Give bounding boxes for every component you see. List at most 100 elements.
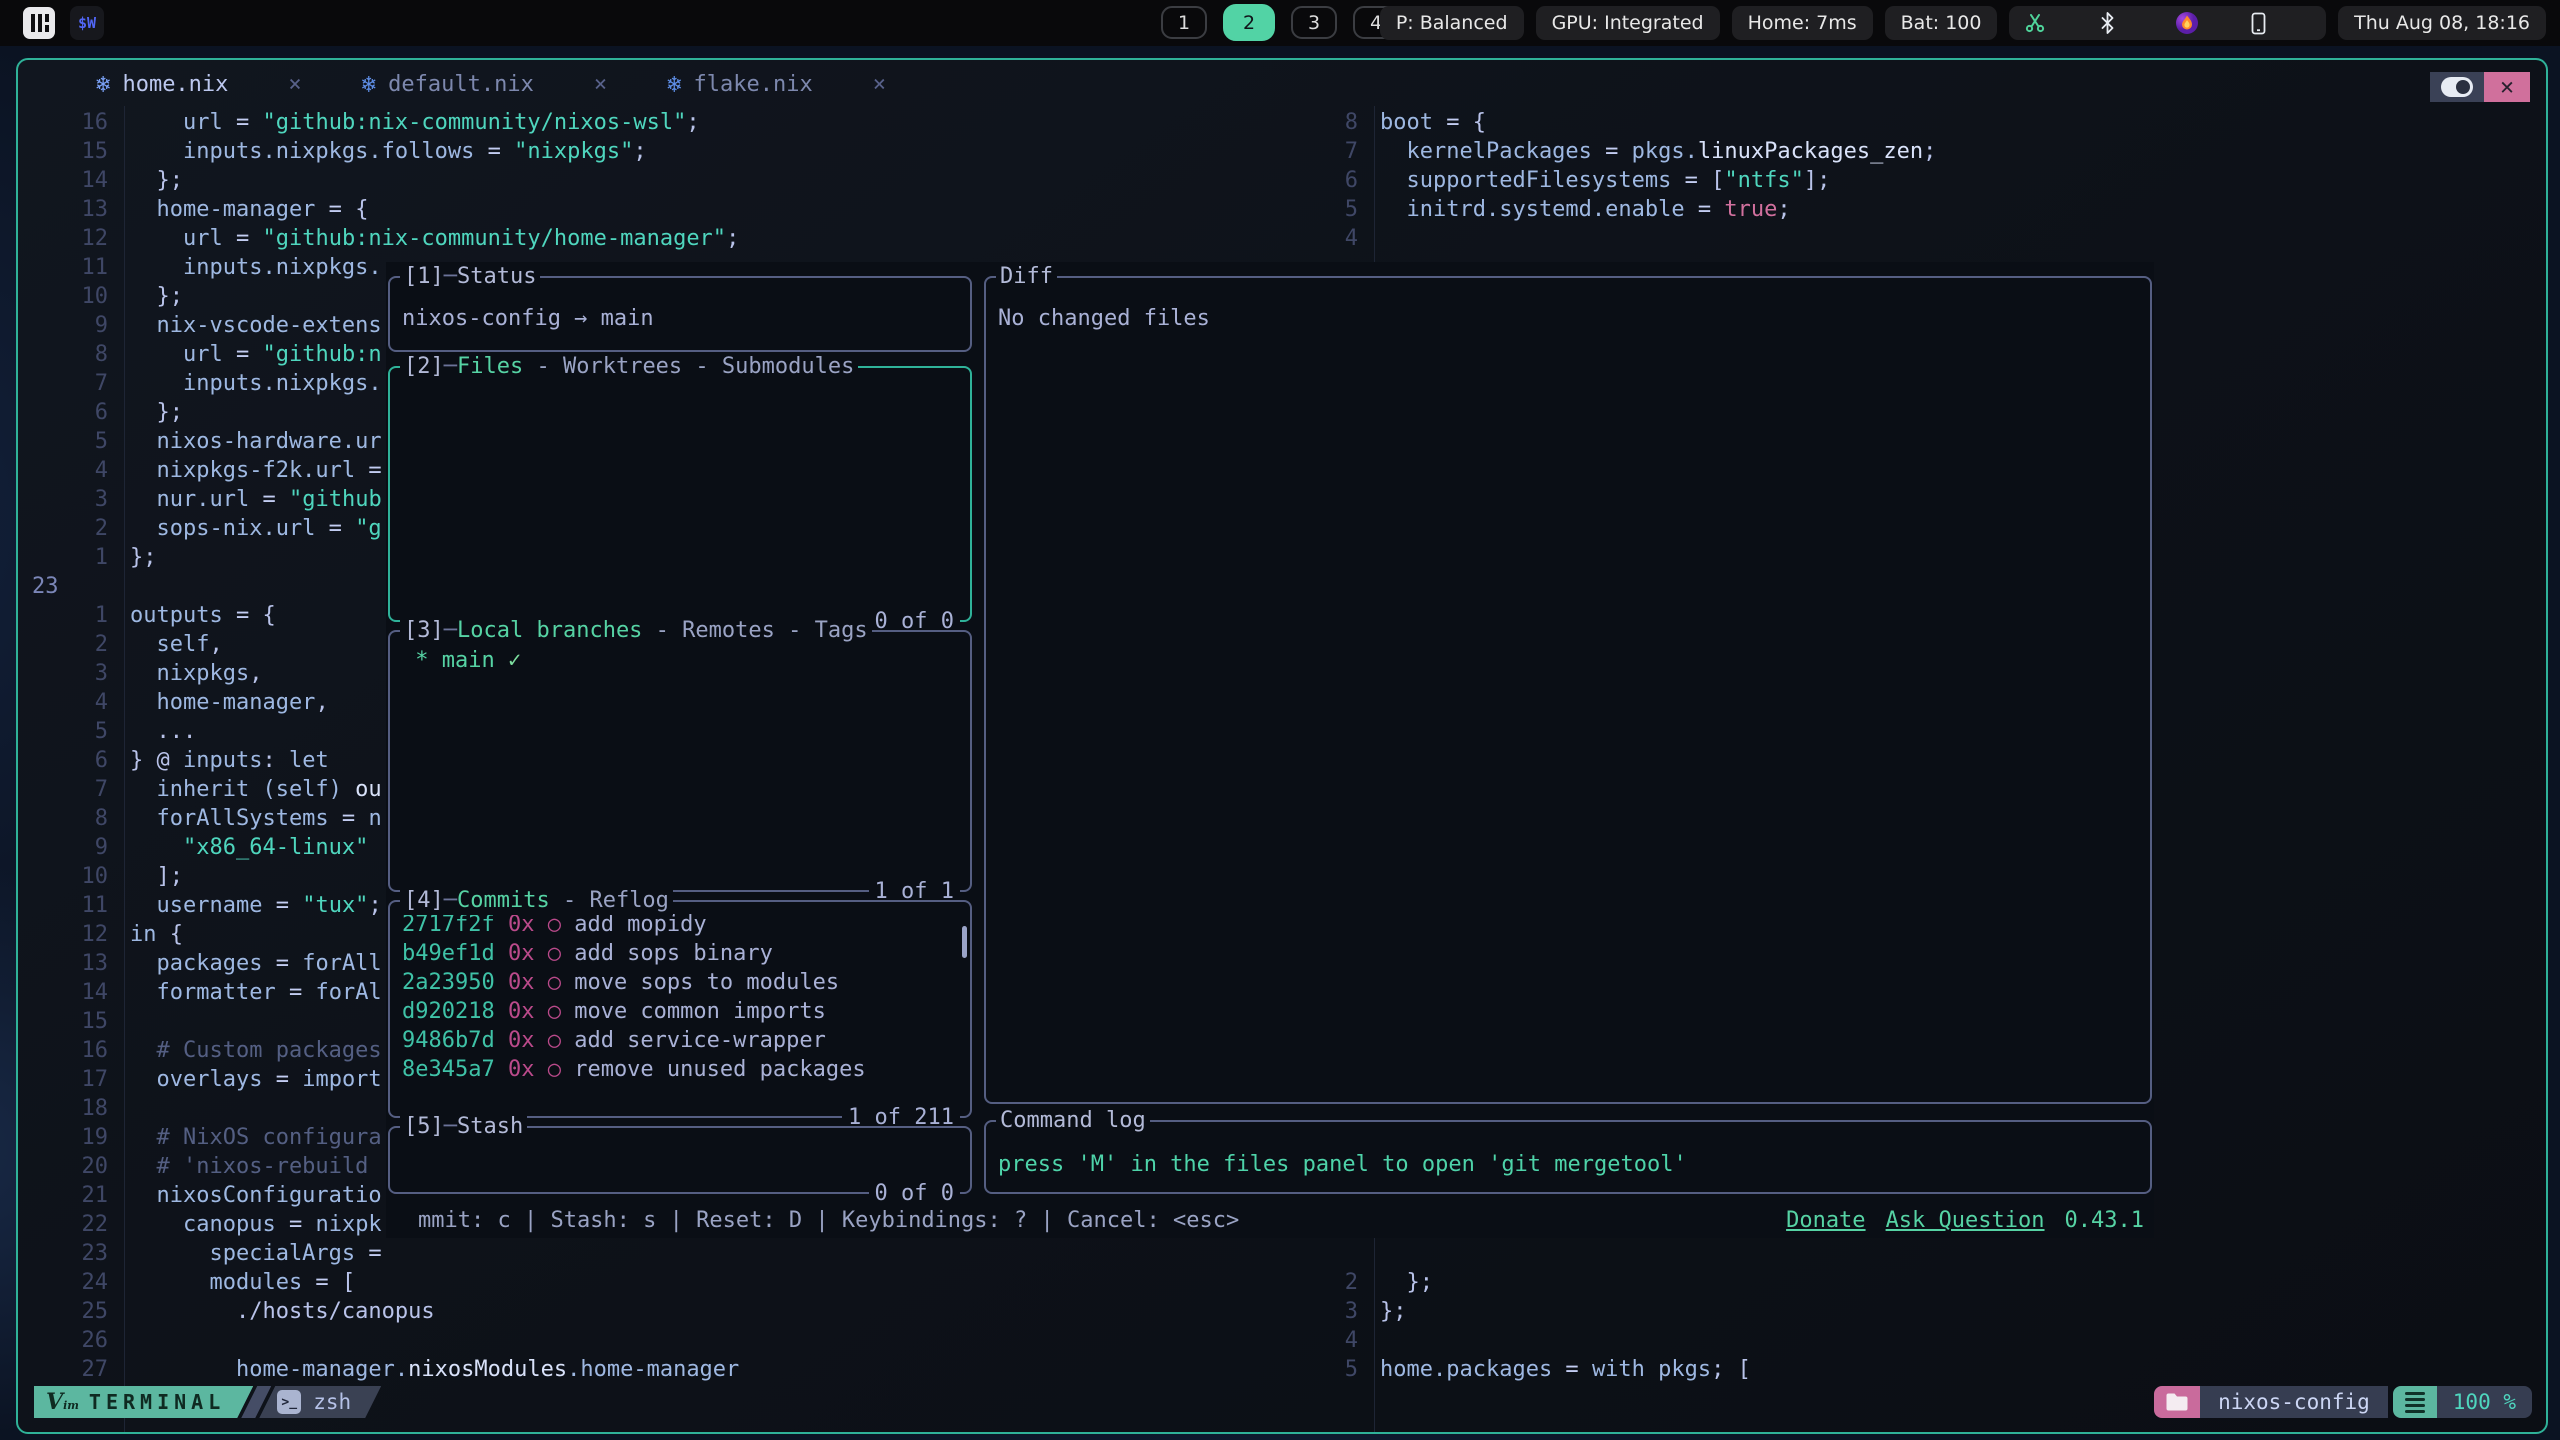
command-log-content: press 'M' in the files panel to open 'gi…	[986, 1122, 2150, 1187]
tab-close-icon[interactable]: ×	[288, 72, 301, 97]
commit-row[interactable]: 8e345a7 0x ○ remove unused packages	[402, 1055, 958, 1084]
panel-dash: ─	[444, 352, 457, 381]
lazygit-branches-panel[interactable]: [3]─Local branches - Remotes - Tags * ma…	[388, 630, 972, 892]
tiling-grid-icon[interactable]	[22, 6, 56, 40]
diff-content: No changed files	[986, 278, 2150, 341]
status-pill: GPU: Integrated	[1536, 6, 1720, 40]
code-line: 26	[18, 1326, 1322, 1355]
line-number: 4	[18, 688, 108, 717]
ask-question-link[interactable]: Ask Question	[1886, 1206, 2045, 1236]
workspace-button-3[interactable]: 3	[1291, 6, 1337, 39]
folder-icon	[2165, 1393, 2189, 1412]
nix-snowflake-icon: ❄	[362, 70, 376, 98]
line-number: 25	[18, 1297, 108, 1326]
desktop: $W 1234 P: BalancedGPU: IntegratedHome: …	[0, 0, 2560, 1440]
panel-dash: ─	[444, 886, 457, 915]
line-number: 11	[18, 891, 108, 920]
commit-row[interactable]: 9486b7d 0x ○ add service-wrapper	[402, 1026, 958, 1055]
tab-default.nix[interactable]: ❄default.nix×	[362, 70, 607, 98]
line-number: 12	[18, 224, 108, 253]
lazygit-files-panel[interactable]: [2]─Files - Worktrees - Submodules 0 of …	[388, 366, 972, 622]
line-number: 5	[1322, 1355, 1358, 1384]
code-line: 4	[1322, 1326, 2546, 1355]
workspace-badge-icon[interactable]: $W	[70, 6, 104, 40]
line-number: 2	[1322, 1268, 1358, 1297]
lazygit-diff-panel[interactable]: Diff No changed files	[984, 276, 2152, 1104]
line-number: 17	[18, 1065, 108, 1094]
line-number: 6	[18, 398, 108, 427]
line-number: 14	[18, 978, 108, 1007]
lazygit-stash-panel[interactable]: [5]─Stash 0 of 0	[388, 1126, 972, 1194]
nix-snowflake-icon: ❄	[96, 70, 110, 98]
line-number: 7	[18, 369, 108, 398]
line-number: 5	[18, 717, 108, 746]
line-number: 15	[18, 1007, 108, 1036]
line-number: 6	[18, 746, 108, 775]
code-line: 24 modules = [	[18, 1268, 1322, 1297]
line-number: 23	[18, 572, 108, 601]
line-number: 16	[18, 1036, 108, 1065]
branch-row[interactable]: * main ✓	[402, 648, 521, 673]
status-pill: P: Balanced	[1380, 6, 1524, 40]
code-line-hidden	[1322, 1239, 2546, 1268]
statusbar-scroll-percent: 100 %	[2437, 1386, 2532, 1418]
tab-flake.nix[interactable]: ❄flake.nix×	[667, 70, 886, 98]
stash-count: 0 of 0	[869, 1179, 960, 1208]
tab-close-icon[interactable]: ×	[594, 72, 607, 97]
panel-title: Diff	[1000, 262, 1053, 291]
workspace-button-2[interactable]: 2	[1223, 4, 1275, 41]
line-number: 1	[18, 543, 108, 572]
toggle-control[interactable]	[2430, 72, 2484, 102]
panel-title: Local branches	[457, 616, 642, 645]
commits-scrollbar[interactable]	[962, 926, 967, 958]
code-line: 13 home-manager = {	[18, 195, 1322, 224]
topbar-right: P: BalancedGPU: IntegratedHome: 7msBat: …	[1380, 6, 2546, 40]
tab-home.nix[interactable]: ❄home.nix×	[96, 70, 302, 98]
line-number: 13	[18, 195, 108, 224]
code-line: 5home.packages = with pkgs; [	[1322, 1355, 2546, 1384]
branch-check-icon: ✓	[508, 648, 521, 673]
line-number: 13	[18, 949, 108, 978]
line-number: 6	[1322, 166, 1358, 195]
line-number: 27	[18, 1355, 108, 1384]
code-line: 15 inputs.nixpkgs.follows = "nixpkgs";	[18, 137, 1322, 166]
terminal-window: ❄home.nix×❄default.nix×❄flake.nix× ✕ 16 …	[16, 58, 2548, 1434]
line-number: 14	[18, 166, 108, 195]
system-tray	[2009, 6, 2326, 40]
line-number: 15	[18, 137, 108, 166]
panel-title: Stash	[457, 1112, 523, 1141]
panel-title: Files	[457, 352, 523, 381]
window-close-button[interactable]: ✕	[2484, 72, 2530, 102]
status-pills: P: BalancedGPU: IntegratedHome: 7msBat: …	[1380, 6, 1998, 40]
line-number: 1	[18, 601, 108, 630]
panel-key: [5]	[404, 1112, 444, 1141]
line-number: 11	[18, 253, 108, 282]
commit-row[interactable]: 2a23950 0x ○ move sops to modules	[402, 968, 958, 997]
line-number: 10	[18, 282, 108, 311]
vim-icon: Vim	[46, 1389, 79, 1415]
window-controls: ✕	[2430, 72, 2530, 102]
lazygit-command-log-panel[interactable]: Command log press 'M' in the files panel…	[984, 1120, 2152, 1194]
workspace-button-1[interactable]: 1	[1161, 6, 1207, 39]
line-number: 8	[1322, 108, 1358, 137]
line-number: 16	[18, 108, 108, 137]
line-number: 9	[18, 833, 108, 862]
lazygit-status-panel[interactable]: [1]─Status nixos-config → main	[388, 276, 972, 352]
panel-key: [3]	[404, 616, 444, 645]
line-number: 3	[18, 659, 108, 688]
donate-link[interactable]: Donate	[1786, 1206, 1865, 1236]
code-line: 12 url = "github:nix-community/home-mana…	[18, 224, 1322, 253]
line-number: 23	[18, 1239, 108, 1268]
tab-close-icon[interactable]: ×	[873, 72, 886, 97]
statusbar-directory: nixos-config	[2200, 1386, 2388, 1418]
commit-row[interactable]: b49ef1d 0x ○ add sops binary	[402, 939, 958, 968]
commit-row[interactable]: d920218 0x ○ move common imports	[402, 997, 958, 1026]
line-number: 7	[1322, 137, 1358, 166]
panel-dash: ─	[444, 616, 457, 645]
lazygit-commits-panel[interactable]: [4]─Commits - Reflog 2717f2f 0x ○ add mo…	[388, 900, 972, 1118]
code-line: 14 };	[18, 166, 1322, 195]
statusbar-shell-label: zsh	[313, 1390, 351, 1414]
top-status-bar: $W 1234 P: BalancedGPU: IntegratedHome: …	[0, 0, 2560, 46]
status-pill: Home: 7ms	[1732, 6, 1873, 40]
code-line: 7 kernelPackages = pkgs.linuxPackages_ze…	[1322, 137, 2546, 166]
